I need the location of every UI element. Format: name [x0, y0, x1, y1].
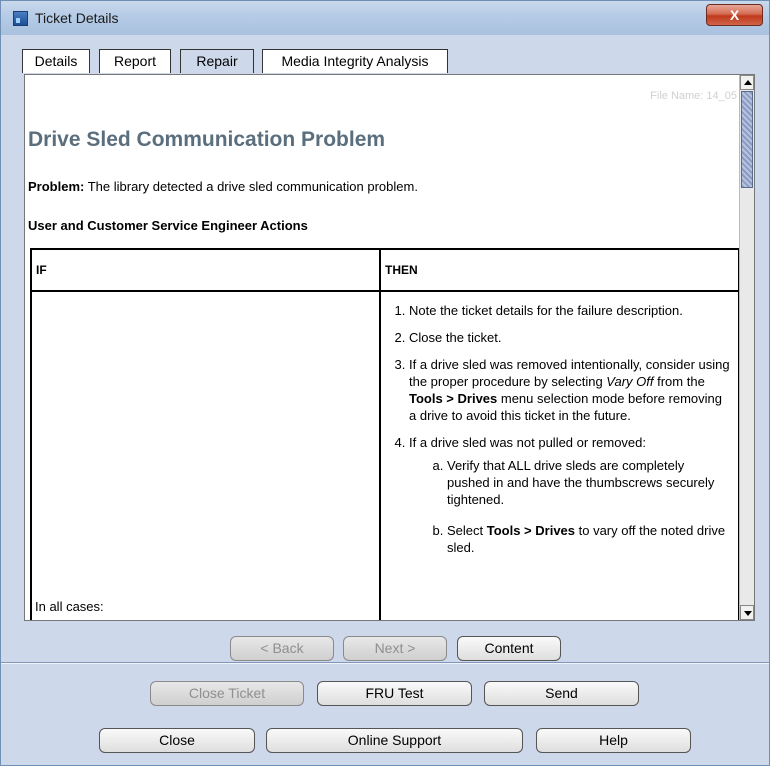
step-4-text: If a drive sled was not pulled or remove…	[409, 435, 647, 450]
problem-text: The library detected a drive sled commun…	[84, 179, 418, 194]
repair-document: File Name: 14_05 Drive Sled Communicatio…	[25, 75, 739, 620]
step-4b-text-a: Select	[447, 523, 487, 538]
back-button[interactable]: < Back	[230, 636, 334, 661]
header-if: IF	[30, 248, 381, 292]
online-support-button[interactable]: Online Support	[266, 728, 523, 753]
content-button[interactable]: Content	[457, 636, 561, 661]
step-1: Note the ticket details for the failure …	[409, 302, 730, 319]
window-title: Ticket Details	[35, 10, 119, 26]
step-2: Close the ticket.	[409, 329, 730, 346]
send-button[interactable]: Send	[484, 681, 639, 706]
if-cell: In all cases:	[30, 290, 381, 620]
scroll-down-button[interactable]	[740, 605, 754, 620]
divider	[1, 662, 769, 664]
if-then-table: IF THEN In all cases: Note the ticket de…	[30, 248, 739, 620]
tab-repair[interactable]: Repair	[180, 49, 254, 73]
step-4b: Select Tools > Drives to vary off the no…	[447, 522, 730, 556]
fru-test-button[interactable]: FRU Test	[317, 681, 472, 706]
close-button[interactable]: Close	[99, 728, 255, 753]
title-bar[interactable]: Ticket Details X	[1, 1, 769, 35]
header-then: THEN	[379, 248, 739, 292]
step-4-substeps: Verify that ALL drive sleds are complete…	[409, 457, 730, 556]
steps-list: Note the ticket details for the failure …	[385, 302, 730, 556]
step-3-text-b: from the	[653, 374, 705, 389]
step-4a: Verify that ALL drive sleds are complete…	[447, 457, 730, 508]
scroll-up-button[interactable]	[740, 75, 754, 90]
file-name-label: File Name: 14_05	[650, 90, 737, 102]
vary-off-term: Vary Off	[606, 374, 654, 389]
problem-label: Problem:	[28, 179, 85, 194]
ticket-details-window: Ticket Details X Details Report Repair M…	[0, 0, 770, 766]
arrow-down-icon	[744, 611, 752, 616]
scroll-thumb[interactable]	[741, 91, 753, 188]
page-title: Drive Sled Communication Problem	[28, 128, 386, 151]
table-row: In all cases: Note the ticket details fo…	[30, 290, 739, 620]
close-ticket-button[interactable]: Close Ticket	[150, 681, 304, 706]
actions-heading: User and Customer Service Engineer Actio…	[28, 218, 308, 233]
step-3: If a drive sled was removed intentionall…	[409, 356, 730, 424]
arrow-up-icon	[744, 80, 752, 85]
help-button[interactable]: Help	[536, 728, 691, 753]
tools-drives-menu-term: Tools > Drives	[409, 391, 498, 406]
then-cell: Note the ticket details for the failure …	[379, 290, 739, 620]
table-header-row: IF THEN	[30, 248, 739, 292]
tab-report[interactable]: Report	[99, 49, 171, 73]
problem-statement: Problem: The library detected a drive sl…	[28, 179, 418, 194]
tools-drives-term: Tools > Drives	[486, 523, 576, 538]
step-4: If a drive sled was not pulled or remove…	[409, 434, 730, 556]
repair-content-pane: File Name: 14_05 Drive Sled Communicatio…	[24, 74, 755, 621]
tab-media-integrity-analysis[interactable]: Media Integrity Analysis	[262, 49, 448, 73]
next-button[interactable]: Next >	[343, 636, 447, 661]
vertical-scrollbar[interactable]	[739, 75, 754, 620]
app-icon	[13, 11, 28, 26]
if-condition: In all cases:	[35, 599, 104, 614]
tab-details[interactable]: Details	[22, 49, 90, 73]
window-close-button[interactable]: X	[706, 4, 763, 26]
